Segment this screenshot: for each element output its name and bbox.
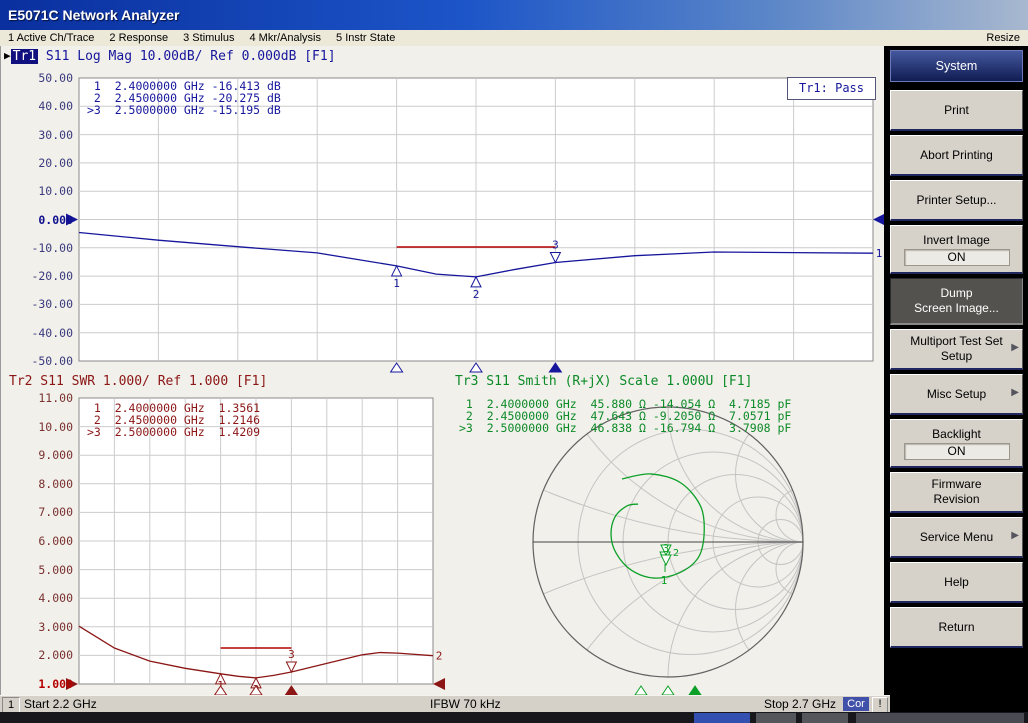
window-titlebar: E5071C Network Analyzer [0,0,1028,30]
softkey-print[interactable]: Print [890,90,1023,131]
softkey-misc-setup[interactable]: Misc Setup ▶ [890,374,1023,415]
submenu-arrow-icon: ▶ [1011,387,1019,398]
svg-text:2: 2 [673,548,679,559]
taskbar-tray[interactable] [856,713,1024,723]
menu-active-ch-trace[interactable]: 1 Active Ch/Trace [8,32,94,44]
softkey-invert-image-state: ON [904,249,1010,266]
taskbar-sliver [0,712,1028,723]
instrument-display: 11232123312 ▶Tr1 S11 Log Mag 10.00dB/ Re… [0,46,885,695]
instrument-screen: E5071C Network Analyzer 1 Active Ch/Trac… [0,0,1028,723]
softkey-return[interactable]: Return [890,607,1023,648]
menu-response[interactable]: 2 Response [109,32,168,44]
taskbar-button[interactable] [802,713,848,723]
y-axis-tick: 3.000 [5,620,73,634]
svg-text:3: 3 [552,239,559,252]
y-axis-tick: 6.000 [5,534,73,548]
correction-badge: Cor [843,697,869,711]
svg-text:3: 3 [663,542,670,555]
y-axis-tick: -10.00 [5,241,73,255]
softkey-service-menu[interactable]: Service Menu ▶ [890,517,1023,558]
menu-mkr-analysis[interactable]: 4 Mkr/Analysis [249,32,321,44]
svg-text:1: 1 [876,247,883,260]
tr1-badge: Tr1 [11,49,38,64]
tr3-header[interactable]: Tr3 S11 Smith (R+jX) Scale 1.000U [F1] [455,374,752,389]
y-axis-tick: 40.00 [5,99,73,113]
marker-row: >3 2.5000000 GHz -15.195 dB [87,104,281,116]
submenu-arrow-icon: ▶ [1011,342,1019,353]
tr3-marker-table: 1 2.4000000 GHz 45.880 Ω -14.054 Ω 4.718… [459,398,791,434]
softkey-multiport-test-set[interactable]: Multiport Test Set Setup ▶ [890,329,1023,370]
submenu-arrow-icon: ▶ [1011,530,1019,541]
softkey-invert-image[interactable]: Invert Image ON [890,225,1023,274]
menu-resize[interactable]: Resize [986,32,1020,44]
y-axis-tick: 20.00 [5,156,73,170]
ifbw-readout: IFBW 70 kHz [430,697,501,711]
softkey-backlight-state: ON [904,443,1010,460]
y-axis-tick: 30.00 [5,128,73,142]
softkey-abort-printing[interactable]: Abort Printing [890,135,1023,176]
tr1-marker-table: 1 2.4000000 GHz -16.413 dB 2 2.4500000 G… [87,80,281,116]
softkey-help[interactable]: Help [890,562,1023,603]
window-title: E5071C Network Analyzer [8,7,179,23]
y-axis-tick: -50.00 [5,354,73,368]
softkey-menu: System Print Abort Printing Printer Setu… [884,46,1028,695]
menu-stimulus[interactable]: 3 Stimulus [183,32,234,44]
y-axis-tick: 4.000 [5,591,73,605]
y-axis-tick: 8.000 [5,477,73,491]
y-axis-tick: 10.00 [5,184,73,198]
menu-instr-state[interactable]: 5 Instr State [336,32,395,44]
svg-text:2: 2 [436,650,443,663]
stop-frequency: Stop 2.7 GHz [764,697,836,711]
y-axis-tick: 10.00 [5,420,73,434]
y-axis-tick: 2.000 [5,648,73,662]
softkey-dump[interactable]: Dump Screen Image... [890,278,1023,325]
taskbar-active-button[interactable] [694,713,750,723]
marker-row: >3 2.5000000 GHz 46.838 Ω -16.794 Ω 3.79… [459,422,791,434]
svg-text:2: 2 [473,288,480,301]
softkey-menu-title: System [890,50,1023,82]
y-axis-tick: -20.00 [5,269,73,283]
charts-canvas: 11232123312 [1,46,885,695]
y-axis-tick: -30.00 [5,297,73,311]
active-trace-arrow-icon: ▶ [4,49,11,62]
status-bar: 1 Start 2.2 GHz IFBW 70 kHz Stop 2.7 GHz… [0,695,890,713]
marker-row: >3 2.5000000 GHz 1.4209 [87,426,260,438]
taskbar-button[interactable] [756,713,796,723]
softkey-printer-setup[interactable]: Printer Setup... [890,180,1023,221]
tr1-header[interactable]: ▶Tr1 S11 Log Mag 10.00dB/ Ref 0.000dB [F… [4,49,336,65]
tr2-marker-table: 1 2.4000000 GHz 1.3561 2 2.4500000 GHz 1… [87,402,260,438]
y-axis-tick: -40.00 [5,326,73,340]
svg-text:3: 3 [288,648,295,661]
y-axis-tick: 0.000 [5,213,73,227]
tr1-header-text: S11 Log Mag 10.00dB/ Ref 0.000dB [F1] [38,49,335,64]
y-axis-tick: 9.000 [5,448,73,462]
y-axis-tick: 5.000 [5,563,73,577]
svg-text:1: 1 [393,277,400,290]
channel-number: 1 [2,697,20,713]
menubar: 1 Active Ch/Trace 2 Response 3 Stimulus … [0,30,1028,47]
start-frequency: Start 2.2 GHz [24,697,97,711]
y-axis-tick: 1.000 [5,677,73,691]
softkey-firmware[interactable]: Firmware Revision [890,472,1023,513]
y-axis-tick: 50.00 [5,71,73,85]
svg-text:1: 1 [661,574,668,587]
tr1-pass-indicator: Tr1: Pass [787,77,876,100]
y-axis-tick: 11.00 [5,391,73,405]
alert-indicator[interactable]: ! [872,697,888,713]
y-axis-tick: 7.000 [5,505,73,519]
tr2-header[interactable]: Tr2 S11 SWR 1.000/ Ref 1.000 [F1] [9,374,267,389]
softkey-backlight[interactable]: Backlight ON [890,419,1023,468]
